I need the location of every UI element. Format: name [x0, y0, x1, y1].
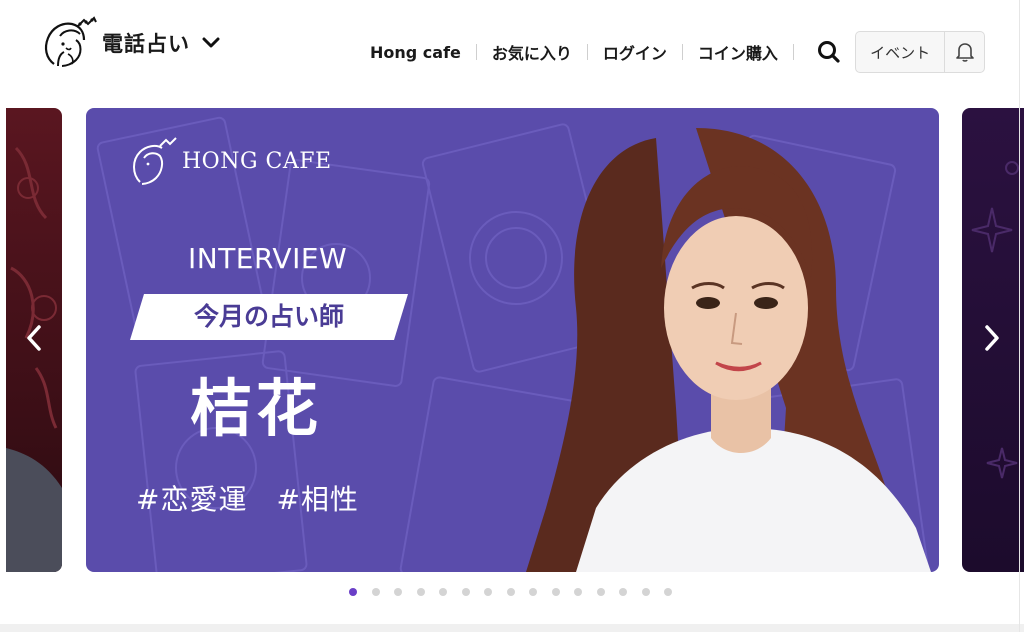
interview-label: INTERVIEW	[188, 242, 348, 275]
brand-name: HONG CAFE	[182, 148, 332, 174]
carousel-dot[interactable]	[641, 588, 650, 596]
carousel-dot[interactable]	[371, 588, 380, 596]
chevron-down-icon	[202, 37, 220, 48]
nav-favorites[interactable]: お気に入り	[492, 40, 572, 64]
carousel-dot[interactable]	[664, 588, 672, 596]
nav-divider	[681, 44, 683, 60]
carousel-dot[interactable]	[619, 588, 627, 596]
site-header: 電話占い Hong cafe お気に入り ログイン コイン購入 イベント	[0, 0, 1024, 100]
app-title: 電話占い	[102, 32, 190, 56]
banner-carousel: HONG CAFE INTERVIEW 今月の占い師 桔花 #恋愛運 #相性	[0, 108, 1024, 574]
nav-divider	[586, 44, 588, 60]
main-nav: Hong cafe お気に入り ログイン コイン購入	[370, 40, 809, 64]
search-icon[interactable]	[816, 39, 842, 65]
chevron-left-icon	[27, 325, 41, 351]
carousel-dot[interactable]	[461, 588, 470, 596]
carousel-dot[interactable]	[484, 588, 492, 596]
bell-icon	[955, 43, 974, 62]
brand-mark: HONG CAFE	[128, 134, 332, 188]
carousel-next-button[interactable]	[972, 318, 1012, 358]
teller-hashtags: #恋愛運 #相性	[136, 483, 359, 516]
page-edge	[1019, 0, 1020, 632]
nav-divider	[792, 44, 794, 60]
chevron-right-icon	[985, 325, 999, 351]
carousel-dot[interactable]	[349, 588, 357, 596]
carousel-dot[interactable]	[529, 588, 537, 596]
carousel-dot[interactable]	[506, 588, 515, 596]
monthly-teller-tag: 今月の占い師	[130, 294, 408, 340]
fortune-teller-logo-icon	[44, 16, 97, 67]
nav-buy-coins[interactable]: コイン購入	[698, 40, 778, 64]
teller-portrait-image	[526, 128, 931, 572]
carousel-dot[interactable]	[416, 588, 425, 596]
nav-divider	[475, 44, 477, 60]
section-divider	[0, 624, 1024, 632]
teller-name: 桔花	[190, 372, 323, 445]
monthly-teller-text: 今月の占い師	[193, 302, 344, 331]
nav-login[interactable]: ログイン	[603, 40, 667, 64]
carousel-dot[interactable]	[394, 588, 402, 596]
carousel-prev-button[interactable]	[14, 318, 54, 358]
carousel-dot[interactable]	[551, 588, 560, 596]
carousel-pagination	[349, 588, 687, 596]
carousel-dot[interactable]	[574, 588, 582, 596]
carousel-dot[interactable]	[439, 588, 447, 596]
nav-hong-cafe[interactable]: Hong cafe	[370, 43, 461, 62]
notification-button[interactable]	[945, 32, 984, 72]
event-notification-group: イベント	[855, 31, 985, 73]
logo-home-link[interactable]: 電話占い	[36, 14, 220, 72]
carousel-dot[interactable]	[596, 588, 605, 596]
event-button[interactable]: イベント	[856, 32, 946, 72]
featured-banner-slide[interactable]: HONG CAFE INTERVIEW 今月の占い師 桔花 #恋愛運 #相性	[86, 108, 939, 572]
hong-cafe-logo-icon	[133, 137, 177, 185]
